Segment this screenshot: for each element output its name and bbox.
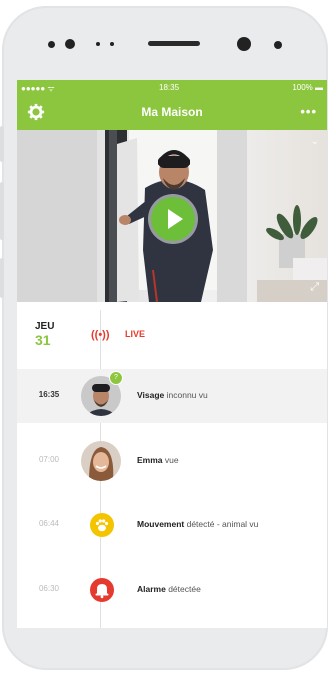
app-screen: ●●●●● ᯤ 18:35 100% ▬ Ma Maison ••• ⌄ ⤢ J…	[17, 80, 327, 628]
timeline-event[interactable]: 16:35 ? Visage inconnu vu	[17, 369, 327, 423]
event-time: 07:00	[38, 455, 60, 464]
play-button[interactable]	[151, 197, 195, 241]
day-header: JEU 31 ((•)) LIVE	[17, 305, 327, 349]
phone-side-button	[0, 258, 4, 298]
event-time: 06:30	[38, 584, 60, 593]
paw-icon	[90, 513, 114, 537]
phone-side-button	[0, 182, 4, 240]
status-bar: ●●●●● ᯤ 18:35 100% ▬	[17, 80, 327, 96]
nav-bar: Ma Maison •••	[17, 96, 327, 130]
event-time: 06:44	[38, 519, 60, 528]
signal-indicator: ●●●●● ᯤ	[21, 84, 55, 93]
event-time: 16:35	[38, 390, 60, 399]
event-label: Visage inconnu vu	[137, 390, 208, 400]
timeline-event[interactable]: 07:00 Emma vue	[17, 434, 327, 488]
live-broadcast-icon: ((•))	[91, 329, 110, 341]
chevron-down-icon[interactable]: ⌄	[311, 136, 319, 147]
timeline-event[interactable]: 06:44 Mouvement détecté - animal vu	[17, 498, 327, 552]
live-label[interactable]: LIVE	[125, 329, 145, 339]
battery-indicator: 100% ▬	[292, 83, 323, 92]
page-title: Ma Maison	[141, 105, 203, 119]
unknown-badge: ?	[109, 371, 123, 385]
event-label: Alarme détectée	[137, 584, 201, 594]
day-name: JEU	[35, 321, 55, 332]
timeline-event[interactable]: 06:30 Alarme détectée	[17, 563, 327, 617]
avatar	[81, 441, 121, 481]
alarm-bell-icon	[90, 578, 114, 602]
camera-video-preview[interactable]: ⌄ ⤢	[17, 130, 327, 302]
fullscreen-icon[interactable]: ⤢	[310, 281, 319, 294]
day-number: 31	[35, 332, 51, 348]
event-label: Mouvement détecté - animal vu	[137, 519, 259, 529]
event-label: Emma vue	[137, 455, 179, 465]
phone-side-button	[0, 126, 4, 162]
more-options-button[interactable]: •••	[300, 104, 317, 119]
status-time: 18:35	[159, 83, 180, 92]
